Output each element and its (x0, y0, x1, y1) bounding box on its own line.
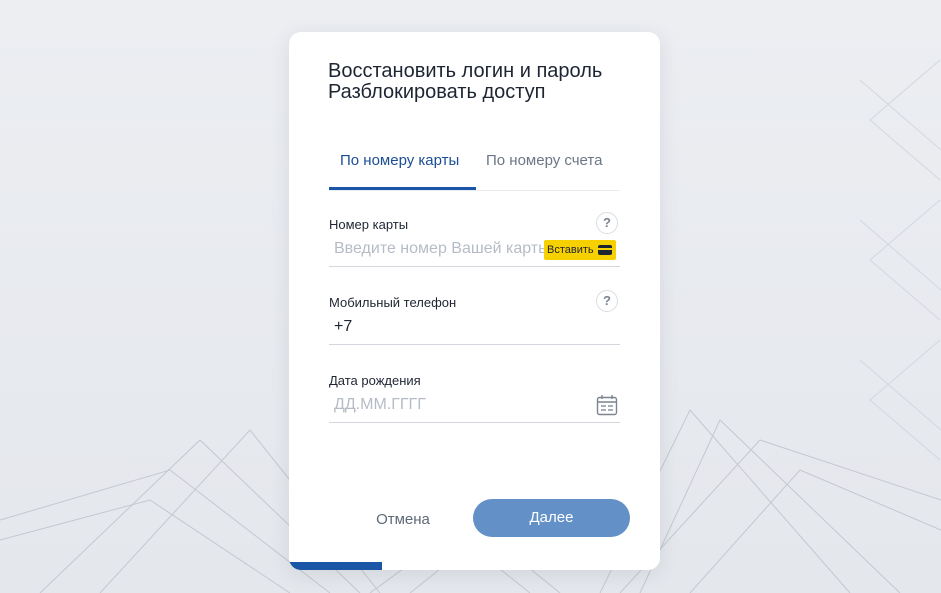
birth-date-field (329, 390, 620, 423)
birth-date-label: Дата рождения (329, 373, 421, 388)
card-number-help-icon[interactable]: ? (596, 212, 618, 234)
calendar-icon[interactable] (596, 394, 618, 416)
paste-button-label: Вставить (547, 244, 594, 256)
tab-by-card-number[interactable]: По номеру карты (340, 152, 459, 169)
card-number-input[interactable] (334, 237, 544, 261)
dialog-title: Восстановить логин и пароль Разблокирова… (328, 61, 638, 103)
next-button[interactable]: Далее (473, 499, 630, 537)
tab-by-account-number[interactable]: По номеру счета (486, 152, 602, 169)
dialog-title-line-1: Восстановить логин и пароль (328, 60, 603, 82)
mobile-phone-label: Мобильный телефон (329, 295, 457, 310)
mobile-phone-help-icon[interactable]: ? (596, 290, 618, 312)
card-icon (598, 245, 612, 255)
progress-bar (289, 562, 382, 570)
mobile-phone-field (329, 312, 620, 345)
birth-date-input[interactable] (334, 393, 544, 417)
tab-bar: По номеру карты По номеру счета (329, 150, 620, 191)
card-number-label: Номер карты (329, 217, 409, 232)
recovery-dialog: Восстановить логин и пароль Разблокирова… (289, 32, 660, 570)
cancel-button[interactable]: Отмена (349, 503, 457, 537)
active-tab-indicator (329, 187, 476, 190)
card-number-field: Вставить (329, 234, 620, 267)
mobile-phone-input[interactable] (334, 315, 544, 339)
dialog-title-line-2: Разблокировать доступ (328, 81, 546, 103)
paste-button[interactable]: Вставить (544, 240, 616, 260)
